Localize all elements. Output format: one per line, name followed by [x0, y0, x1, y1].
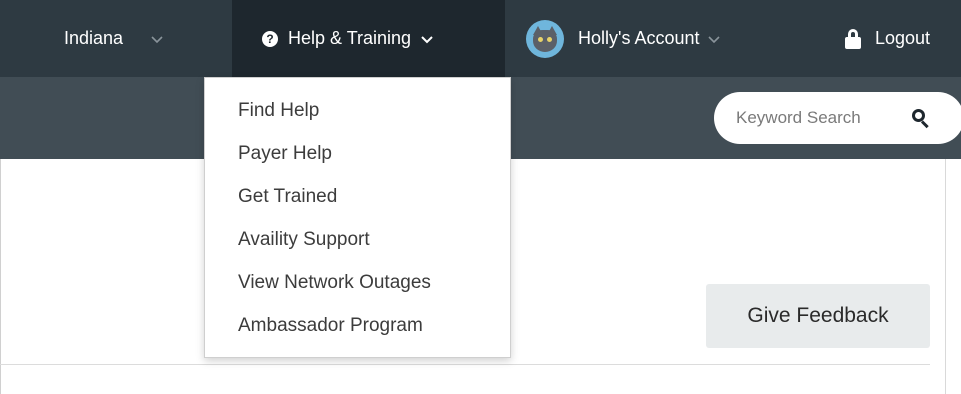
question-circle-icon: ? [262, 30, 278, 47]
content-left-border [0, 159, 1, 394]
chevron-down-icon [421, 28, 433, 49]
menu-item-availity-support[interactable]: Availity Support [205, 222, 510, 265]
help-training-menu-button[interactable]: ? Help & Training [232, 0, 505, 77]
help-training-dropdown: Find Help Payer Help Get Trained Availit… [204, 77, 511, 358]
logout-label: Logout [875, 28, 931, 48]
menu-item-ambassador-program[interactable]: Ambassador Program [205, 308, 510, 351]
help-training-label: Help & Training [288, 28, 412, 48]
search-icon[interactable] [912, 109, 930, 129]
content-right-border [945, 159, 946, 394]
avatar [526, 19, 564, 58]
top-navigation-bar: Indiana ? Help & Training Holly's Accoun… [0, 0, 961, 77]
state-label: Indiana [64, 28, 124, 48]
give-feedback-button[interactable]: Give Feedback [706, 284, 930, 348]
chevron-down-icon [151, 28, 163, 49]
horizontal-divider [0, 364, 930, 365]
menu-item-get-trained[interactable]: Get Trained [205, 179, 510, 222]
search-input[interactable] [736, 108, 906, 128]
keyword-search [714, 92, 961, 144]
account-label: Holly's Account [578, 28, 700, 48]
account-menu-button[interactable]: Holly's Account [526, 0, 720, 77]
menu-item-find-help[interactable]: Find Help [205, 93, 510, 136]
menu-item-view-network-outages[interactable]: View Network Outages [205, 265, 510, 308]
state-selector[interactable]: Indiana [64, 0, 163, 77]
logout-button[interactable]: Logout [845, 0, 930, 77]
chevron-down-icon [707, 28, 720, 49]
menu-item-payer-help[interactable]: Payer Help [205, 136, 510, 179]
lock-icon [845, 28, 861, 49]
